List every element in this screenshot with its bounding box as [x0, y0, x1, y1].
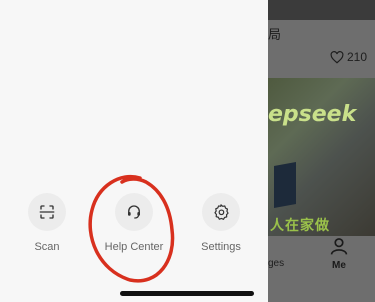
person-icon [330, 238, 348, 255]
help-center-button-circle[interactable] [115, 193, 153, 231]
nav-item-me-label: Me [332, 260, 346, 271]
post-image-top [268, 0, 375, 20]
like-count: 210 [330, 50, 367, 64]
thumbnail-text: epseek [268, 102, 357, 127]
side-drawer: Scan Help Center Settings [0, 0, 268, 302]
settings-button-circle[interactable] [202, 193, 240, 231]
like-count-value: 210 [346, 50, 367, 64]
help-center-label: Help Center [104, 241, 164, 253]
gear-icon [214, 204, 229, 220]
post-title: 局 [268, 27, 282, 42]
heart-icon [330, 50, 344, 64]
headset-icon [128, 205, 140, 219]
nav-item-me: Me [324, 236, 354, 271]
settings-button[interactable]: Settings [191, 193, 251, 253]
scan-button-circle[interactable] [28, 193, 66, 231]
background-feed: 局 210 epseek 人在家做 ges Me [268, 0, 375, 302]
nav-item-partial: ges [268, 258, 285, 269]
thumbnail-caption: 人在家做 [270, 217, 330, 233]
post-thumbnail: epseek 人在家做 [268, 78, 375, 236]
thumbnail-laptop [274, 162, 296, 208]
scan-button[interactable]: Scan [17, 193, 77, 253]
scan-label: Scan [34, 241, 60, 253]
home-indicator [120, 291, 254, 296]
scan-icon [39, 205, 55, 219]
settings-label: Settings [201, 241, 241, 253]
help-center-button[interactable]: Help Center [104, 193, 164, 253]
